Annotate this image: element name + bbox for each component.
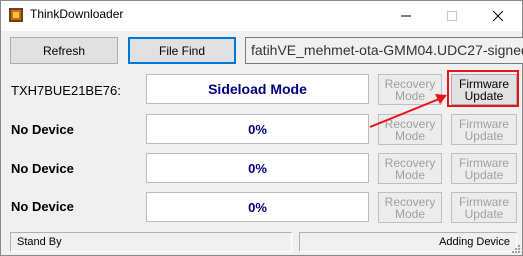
maximize-icon	[447, 11, 457, 21]
minimize-icon	[401, 15, 411, 17]
highlight-box	[447, 70, 519, 107]
recovery-mode-button[interactable]: Recovery Mode	[378, 153, 442, 184]
device-label: No Device	[11, 199, 74, 214]
close-button[interactable]	[475, 1, 521, 31]
recovery-mode-button[interactable]: Recovery Mode	[378, 74, 442, 105]
minimize-button[interactable]	[383, 1, 429, 31]
resize-grip-icon[interactable]	[511, 244, 521, 254]
device-label: No Device	[11, 161, 74, 176]
firmware-update-button[interactable]: Firmware Update	[451, 153, 517, 184]
recovery-mode-button[interactable]: Recovery Mode	[378, 114, 442, 145]
close-icon	[493, 11, 503, 21]
window-title: ThinkDownloader	[30, 7, 124, 21]
firmware-update-button[interactable]: Firmware Update	[451, 114, 517, 145]
recovery-mode-button[interactable]: Recovery Mode	[378, 192, 442, 223]
device-serial-label: TXH7BUE21BE76:	[11, 83, 121, 98]
status-right: Adding Device	[299, 232, 517, 252]
firmware-path-field[interactable]: fatihVE_mehmet-ota-GMM04.UDC27-signed	[245, 37, 523, 64]
device-label: No Device	[11, 122, 74, 137]
maximize-button[interactable]	[429, 1, 475, 31]
status-left: Stand By	[10, 232, 292, 252]
device-status-box: Sideload Mode	[146, 74, 369, 104]
device-progress-box: 0%	[146, 114, 369, 144]
file-find-button[interactable]: File Find	[128, 37, 236, 64]
device-progress-box: 0%	[146, 153, 369, 183]
firmware-update-button[interactable]: Firmware Update	[451, 192, 517, 223]
app-icon	[9, 8, 23, 22]
device-progress-box: 0%	[146, 192, 369, 222]
refresh-button[interactable]: Refresh	[10, 37, 118, 64]
app-window: ThinkDownloader Refresh File Find fatihV…	[0, 0, 523, 256]
title-bar: ThinkDownloader	[1, 1, 522, 31]
